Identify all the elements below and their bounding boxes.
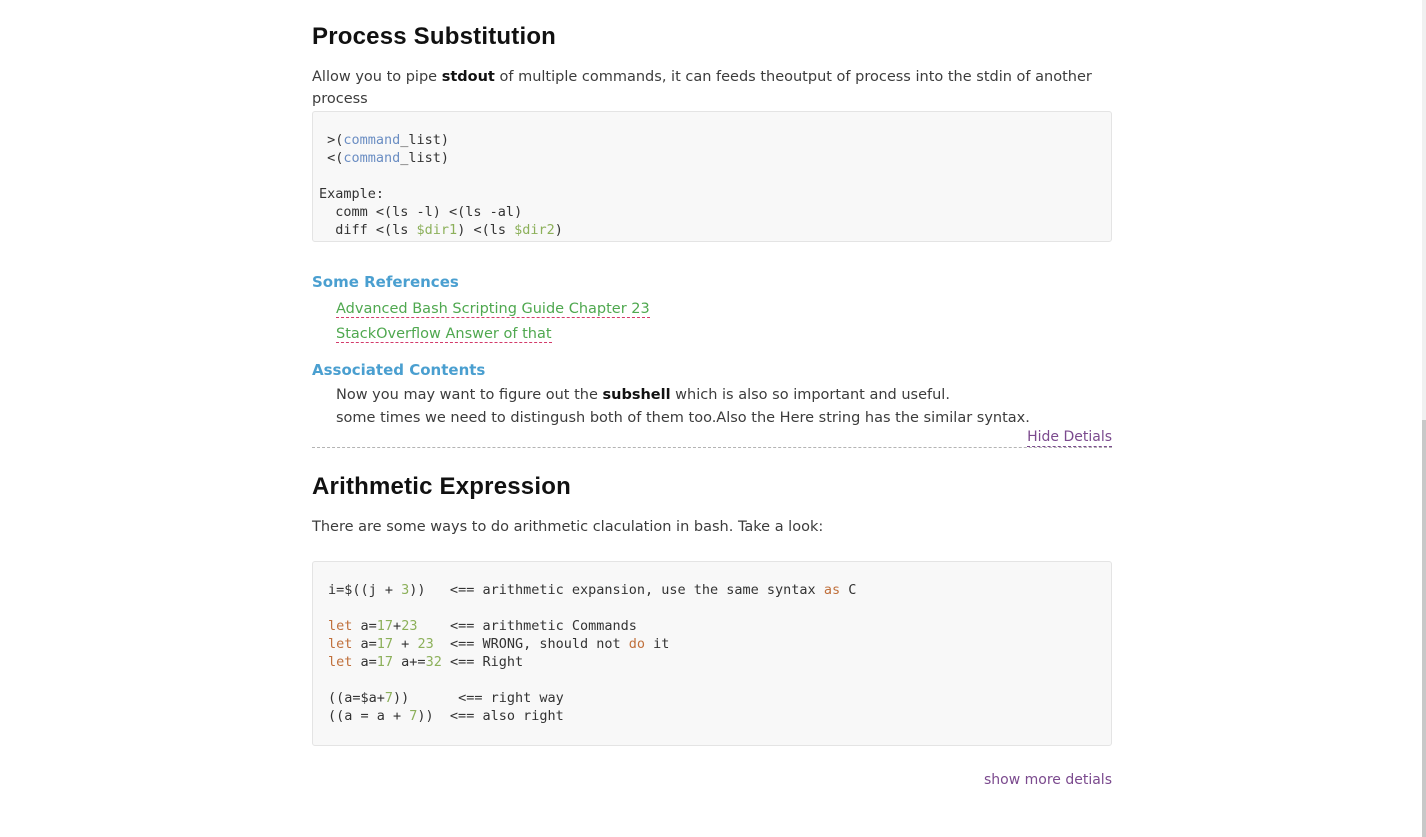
- code-text: diff <(ls: [319, 222, 417, 238]
- code-block-arithmetic: i=$((j + 3)) <== arithmetic expansion, u…: [312, 561, 1112, 746]
- code-variable: $dir1: [416, 222, 458, 238]
- code-text: a=: [352, 636, 377, 652]
- code-text: +: [393, 636, 418, 652]
- code-variable: $dir2: [514, 222, 555, 238]
- intro-text: Allow you to pipe: [312, 69, 442, 85]
- code-keyword: let: [328, 618, 353, 634]
- list-item: Advanced Bash Scripting Guide Chapter 23: [336, 296, 650, 321]
- code-text: )) <== also right: [417, 708, 564, 724]
- code-text: ): [554, 222, 563, 238]
- code-number: 17: [376, 654, 394, 670]
- section-title-arithmetic-expression: Arithmetic Expression: [312, 473, 571, 500]
- code-number: 17: [376, 618, 394, 634]
- code-text: ) <(ls: [457, 222, 515, 238]
- code-block-process-substitution: >(command_list) <(command_list) Example:…: [312, 111, 1112, 242]
- assoc-line: Now you may want to figure out the subsh…: [336, 384, 1112, 407]
- assoc-text: Now you may want to figure out the: [336, 387, 603, 403]
- code-number: 17: [376, 636, 394, 652]
- code-text: ((a=$a+: [328, 690, 385, 706]
- code-text: C: [840, 582, 857, 598]
- code-text: ((a = a +: [328, 708, 410, 724]
- code-keyword: let: [328, 636, 353, 652]
- code-text: a=: [352, 654, 377, 670]
- associated-contents: Now you may want to figure out the subsh…: [312, 384, 1112, 430]
- code-keyword: command: [343, 132, 401, 148]
- code-text: <== WRONG, should not: [433, 636, 629, 652]
- section-intro: There are some ways to do arithmetic cla…: [312, 519, 824, 535]
- code-text: a+=: [393, 654, 426, 670]
- code-keyword: command: [343, 150, 401, 166]
- code-keyword: let: [328, 654, 353, 670]
- section-title-process-substitution: Process Substitution: [312, 23, 557, 50]
- code-number: 32: [425, 654, 442, 670]
- list-item: StackOverflow Answer of that: [336, 321, 650, 346]
- assoc-text: which is also so important and useful.: [670, 387, 950, 403]
- reference-link-abs-guide[interactable]: Advanced Bash Scripting Guide Chapter 23: [336, 301, 650, 318]
- code-number: 23: [417, 636, 434, 652]
- reference-link-stackoverflow[interactable]: StackOverflow Answer of that: [336, 326, 552, 343]
- code-keyword: do: [628, 636, 646, 652]
- intro-bold-stdout: stdout: [441, 69, 495, 85]
- code-text: comm <(ls -l) <(ls -al): [319, 204, 523, 220]
- code-text: >(: [319, 132, 344, 148]
- code-text: a=: [352, 618, 377, 634]
- scrollbar-thumb[interactable]: [1422, 420, 1426, 837]
- code-text: Example:: [319, 186, 385, 202]
- code-keyword: as: [823, 582, 841, 598]
- hide-details-link[interactable]: Hide Detials: [1027, 428, 1112, 447]
- code-text: <(: [319, 150, 344, 166]
- code-text: <== Right: [441, 654, 524, 670]
- assoc-bold-subshell: subshell: [602, 387, 671, 403]
- code-text: <== arithmetic Commands: [417, 618, 637, 634]
- code-number: 7: [384, 690, 394, 706]
- associated-contents-title: Associated Contents: [312, 361, 486, 379]
- references-list: Advanced Bash Scripting Guide Chapter 23…: [312, 296, 650, 346]
- code-text: _list): [400, 132, 450, 148]
- section-intro: Allow you to pipe stdout of multiple com…: [312, 66, 1112, 110]
- code-number: 23: [401, 618, 418, 634]
- scrollbar-track[interactable]: [1422, 0, 1426, 837]
- code-text: )) <== right way: [393, 690, 564, 706]
- code-text: it: [645, 636, 670, 652]
- code-text: _list): [400, 150, 450, 166]
- code-text: +: [393, 618, 402, 634]
- code-text: i=$((j +: [328, 582, 402, 598]
- show-more-details-link[interactable]: show more detials: [984, 772, 1112, 788]
- references-title: Some References: [312, 273, 459, 291]
- code-text: )) <== arithmetic expansion, use the sam…: [409, 582, 824, 598]
- details-divider: Hide Detials: [312, 427, 1112, 448]
